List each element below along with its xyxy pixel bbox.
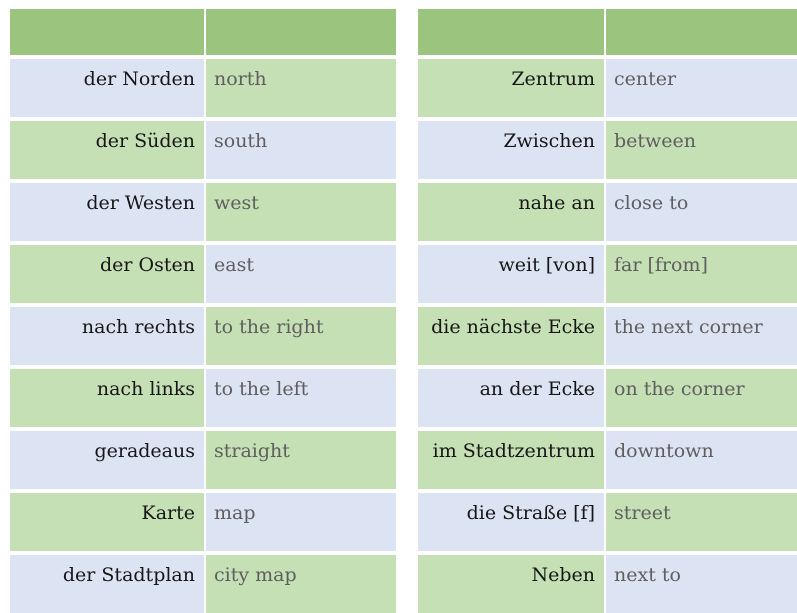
vocabulary-page: der Norden north der Süden south der Westen w…	[0, 0, 797, 613]
vocab-translation-cell: on the corner	[606, 369, 797, 427]
vocab-term-cell: nach links	[10, 369, 204, 427]
vocab-translation-cell: the next corner	[606, 307, 797, 365]
vocab-translation-cell: downtown	[606, 431, 797, 489]
table-row: Karte map	[10, 493, 396, 551]
vocab-translation-cell: map	[206, 493, 396, 551]
table-row: nahe an close to	[418, 183, 797, 241]
vocab-term-cell: der Westen	[10, 183, 204, 241]
table-row: der Stadtplan city map	[10, 555, 396, 613]
table-row: der Norden north	[10, 59, 396, 117]
vocab-translation-cell: to the left	[206, 369, 396, 427]
header-cell-term	[10, 9, 204, 55]
vocab-term-cell: nach rechts	[10, 307, 204, 365]
vocab-translation-cell: city map	[206, 555, 396, 613]
table-row: Zentrum center	[418, 59, 797, 117]
vocab-term-cell: Zwischen	[418, 121, 604, 179]
table-row: der Westen west	[10, 183, 396, 241]
vocabulary-table-left: der Norden north der Süden south der Westen w…	[10, 9, 396, 613]
vocab-term-cell: der Süden	[10, 121, 204, 179]
vocab-translation-cell: far [from]	[606, 245, 797, 303]
table-row: Zwischen between	[418, 121, 797, 179]
vocab-term-cell: geradeaus	[10, 431, 204, 489]
vocab-term-cell: Neben	[418, 555, 604, 613]
vocab-translation-cell: street	[606, 493, 797, 551]
header-cell-translation	[206, 9, 396, 55]
table-header-row	[418, 9, 797, 55]
vocab-term-cell: an der Ecke	[418, 369, 604, 427]
table-row: die Straße [f] street	[418, 493, 797, 551]
table-header-row	[10, 9, 396, 55]
table-row: an der Ecke on the corner	[418, 369, 797, 427]
table-row: die nächste Ecke the next corner	[418, 307, 797, 365]
vocab-translation-cell: close to	[606, 183, 797, 241]
header-cell-term	[418, 9, 604, 55]
table-row: nach rechts to the right	[10, 307, 396, 365]
table-row: Neben next to	[418, 555, 797, 613]
vocab-translation-cell: to the right	[206, 307, 396, 365]
header-cell-translation	[606, 9, 797, 55]
vocab-term-cell: die nächste Ecke	[418, 307, 604, 365]
vocab-term-cell: der Osten	[10, 245, 204, 303]
vocab-term-cell: weit [von]	[418, 245, 604, 303]
table-row: der Süden south	[10, 121, 396, 179]
vocab-term-cell: die Straße [f]	[418, 493, 604, 551]
table-row: weit [von] far [from]	[418, 245, 797, 303]
table-row: geradeaus straight	[10, 431, 396, 489]
vocab-term-cell: nahe an	[418, 183, 604, 241]
vocab-term-cell: Karte	[10, 493, 204, 551]
vocab-translation-cell: north	[206, 59, 396, 117]
vocab-translation-cell: west	[206, 183, 396, 241]
vocab-translation-cell: straight	[206, 431, 396, 489]
table-row: im Stadtzentrum downtown	[418, 431, 797, 489]
vocab-term-cell: Zentrum	[418, 59, 604, 117]
vocab-translation-cell: south	[206, 121, 396, 179]
table-row: der Osten east	[10, 245, 396, 303]
vocab-term-cell: der Stadtplan	[10, 555, 204, 613]
vocab-translation-cell: between	[606, 121, 797, 179]
vocab-translation-cell: center	[606, 59, 797, 117]
vocab-term-cell: der Norden	[10, 59, 204, 117]
vocabulary-table-right: Zentrum center Zwischen between nahe an close…	[418, 9, 797, 613]
vocab-translation-cell: east	[206, 245, 396, 303]
table-row: nach links to the left	[10, 369, 396, 427]
vocab-translation-cell: next to	[606, 555, 797, 613]
vocab-term-cell: im Stadtzentrum	[418, 431, 604, 489]
